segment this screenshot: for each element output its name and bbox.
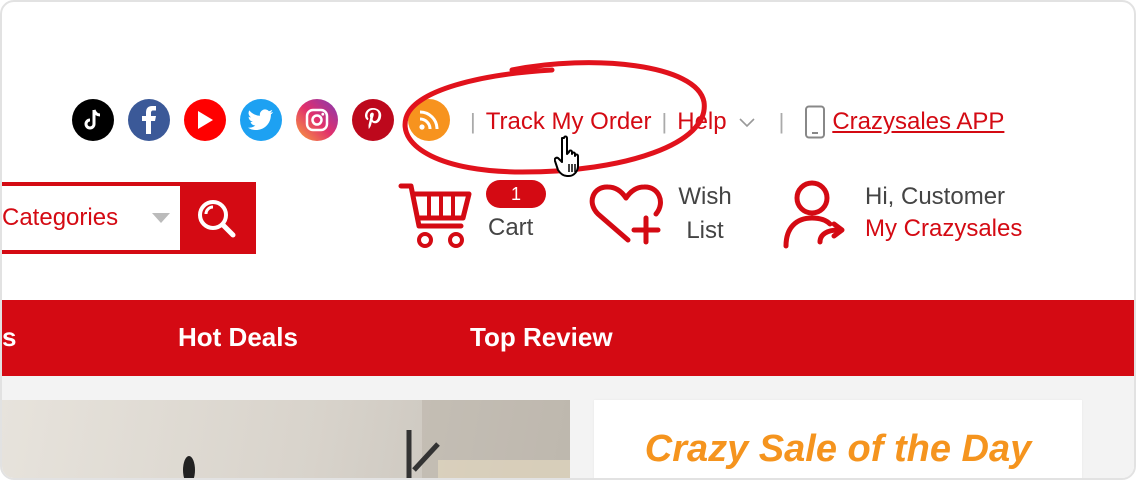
customer-greeting: Hi, Customer: [865, 183, 1006, 210]
twitter-icon[interactable]: [240, 99, 282, 141]
wishlist-label[interactable]: Wish List: [674, 180, 736, 248]
hero-banner-image[interactable]: [2, 400, 570, 478]
instagram-icon[interactable]: [296, 99, 338, 141]
cart-label[interactable]: Cart: [488, 214, 533, 242]
separator: |: [661, 109, 668, 134]
dropdown-triangle-icon: [152, 213, 170, 223]
track-my-order-link[interactable]: Track My Order: [486, 108, 652, 136]
crazy-sale-panel: Crazy Sale of the Day: [594, 400, 1082, 478]
utility-links: | Track My Order | Help | Crazysales APP: [460, 105, 1004, 139]
facebook-icon[interactable]: [128, 99, 170, 141]
my-crazysales-link[interactable]: My Crazysales: [865, 212, 1022, 246]
nav-item-hot-deals[interactable]: Hot Deals: [178, 322, 298, 353]
mobile-phone-icon: [805, 105, 826, 139]
wishlist-label-line2: List: [686, 217, 724, 244]
wishlist-label-line1: Wish: [678, 183, 732, 210]
cart-icon[interactable]: [398, 180, 472, 252]
rss-icon[interactable]: [408, 99, 450, 141]
browser-viewport: | Track My Order | Help | Crazysales APP…: [0, 0, 1136, 480]
separator: |: [778, 109, 785, 134]
chevron-down-icon: [739, 118, 755, 128]
nav-item-top-review[interactable]: Top Review: [470, 322, 613, 353]
search-icon: [198, 200, 236, 238]
hand-cursor-icon: [554, 135, 579, 177]
help-label: Help: [677, 108, 727, 135]
crazy-sale-title: Crazy Sale of the Day: [644, 428, 1032, 470]
search-bar: Categories: [2, 182, 256, 254]
pinterest-icon[interactable]: [352, 99, 394, 141]
separator: |: [470, 109, 476, 134]
help-menu[interactable]: Help: [677, 108, 755, 136]
youtube-icon[interactable]: [184, 99, 226, 141]
tiktok-icon[interactable]: [72, 99, 114, 141]
category-label: Categories: [2, 204, 119, 231]
nav-item-truncated[interactable]: s: [2, 322, 16, 353]
user-account-icon[interactable]: [782, 178, 848, 250]
category-select[interactable]: Categories: [2, 186, 180, 250]
cart-count-badge: 1: [486, 180, 546, 208]
crazysales-app-link[interactable]: Crazysales APP: [832, 108, 1004, 136]
social-links: [72, 99, 450, 141]
main-nav: s Hot Deals Top Review: [2, 300, 1134, 376]
wishlist-heart-icon[interactable]: [588, 184, 664, 248]
search-button[interactable]: [180, 186, 252, 250]
banner-photo: [183, 400, 570, 478]
